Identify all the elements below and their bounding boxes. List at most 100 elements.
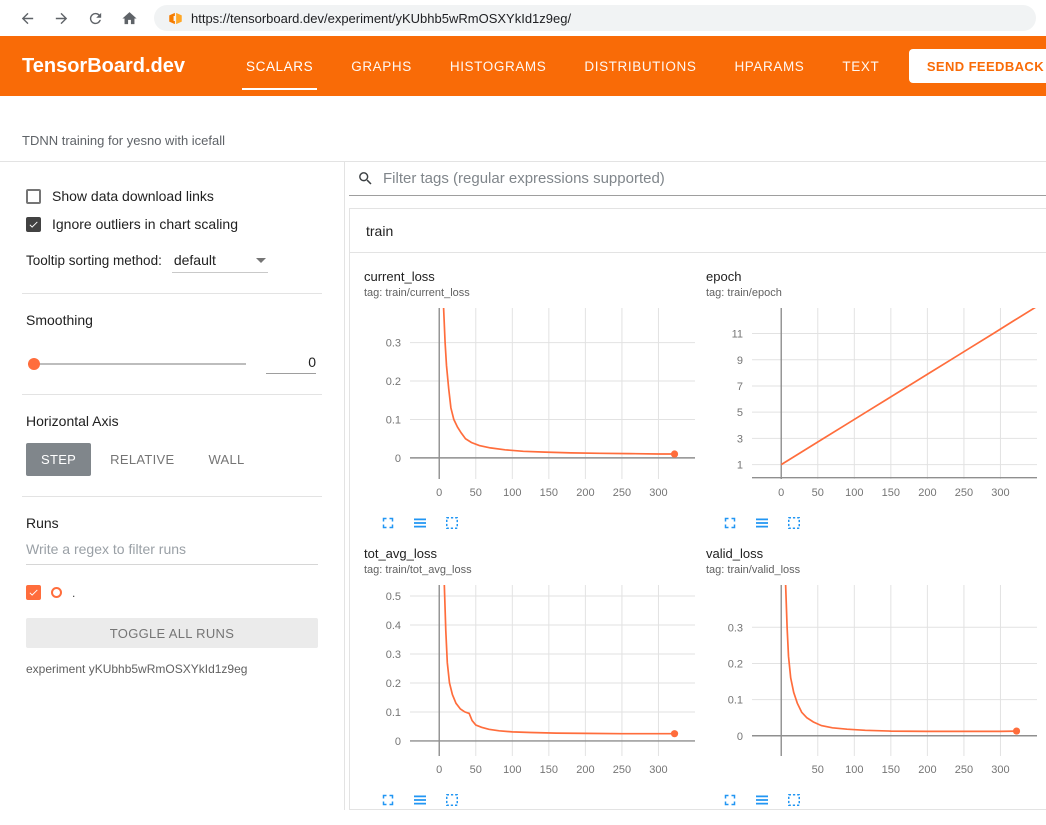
- svg-text:0.1: 0.1: [386, 414, 401, 426]
- tooltip-sorting-value: default: [174, 252, 216, 268]
- tab-text[interactable]: TEXT: [823, 36, 898, 96]
- chart-grid: current_losstag: train/current_loss05010…: [350, 253, 1046, 809]
- app-brand: TensorBoard.dev: [22, 55, 185, 78]
- svg-text:200: 200: [576, 764, 594, 776]
- ignore-outliers-label: Ignore outliers in chart scaling: [52, 216, 238, 232]
- svg-text:0.3: 0.3: [386, 338, 401, 350]
- tag-filter-input[interactable]: [383, 170, 1046, 187]
- svg-text:150: 150: [540, 487, 558, 499]
- slider-thumb[interactable]: [28, 358, 40, 370]
- tooltip-sorting-row: Tooltip sorting method: default: [26, 252, 318, 273]
- svg-text:1: 1: [737, 460, 743, 472]
- svg-text:200: 200: [576, 487, 594, 499]
- svg-text:9: 9: [737, 355, 743, 367]
- svg-text:250: 250: [613, 487, 631, 499]
- back-icon[interactable]: [13, 4, 41, 32]
- browser-toolbar: https://tensorboard.dev/experiment/yKUbh…: [0, 0, 1046, 36]
- svg-text:200: 200: [918, 487, 936, 499]
- svg-text:50: 50: [470, 764, 482, 776]
- step-button[interactable]: STEP: [26, 443, 91, 476]
- svg-text:0.1: 0.1: [728, 695, 743, 707]
- url-text: https://tensorboard.dev/experiment/yKUbh…: [191, 11, 571, 26]
- content-area: Show data download links Ignore outliers…: [0, 162, 1046, 810]
- run-name: .: [72, 586, 75, 600]
- svg-text:0: 0: [436, 487, 442, 499]
- svg-text:11: 11: [732, 329, 743, 341]
- tab-scalars[interactable]: SCALARS: [227, 36, 332, 96]
- divider: [22, 293, 322, 294]
- refresh-icon[interactable]: [81, 4, 109, 32]
- expand-icon[interactable]: [379, 514, 397, 532]
- run-color-swatch: [51, 587, 62, 598]
- chart-plot[interactable]: 05010015020025030000.10.20.30.40.5: [364, 580, 700, 780]
- chart-title: current_loss: [364, 269, 706, 284]
- tab-hparams[interactable]: HPARAMS: [715, 36, 823, 96]
- show-download-links-row[interactable]: Show data download links: [26, 188, 318, 204]
- show-download-links-checkbox[interactable]: [26, 189, 41, 204]
- tab-distributions[interactable]: DISTRIBUTIONS: [565, 36, 715, 96]
- toggle-all-runs-button[interactable]: TOGGLE ALL RUNS: [26, 618, 318, 648]
- chart-tag: tag: train/epoch: [706, 287, 1046, 299]
- search-icon: [357, 170, 374, 187]
- svg-text:0.1: 0.1: [386, 707, 401, 719]
- chart-toolbar: [364, 508, 706, 532]
- svg-text:3: 3: [737, 433, 743, 445]
- data-lines-icon[interactable]: [753, 514, 771, 532]
- svg-text:150: 150: [882, 487, 900, 499]
- expand-icon[interactable]: [721, 514, 739, 532]
- address-bar[interactable]: https://tensorboard.dev/experiment/yKUbh…: [154, 5, 1036, 31]
- home-icon[interactable]: [115, 4, 143, 32]
- chart-toolbar: [706, 508, 1046, 532]
- train-group-header[interactable]: train: [350, 209, 1046, 253]
- smoothing-value[interactable]: 0: [266, 354, 316, 374]
- forward-icon[interactable]: [47, 4, 75, 32]
- smoothing-row: 0: [28, 354, 316, 374]
- experiment-title: TDNN training for yesno with icefall: [22, 133, 225, 148]
- tab-graphs[interactable]: GRAPHS: [332, 36, 431, 96]
- chevron-down-icon: [256, 258, 266, 263]
- experiment-subheader: TDNN training for yesno with icefall: [0, 96, 1046, 162]
- svg-text:7: 7: [737, 381, 743, 393]
- fit-domain-icon[interactable]: [443, 791, 461, 809]
- wall-button[interactable]: WALL: [193, 443, 259, 476]
- ignore-outliers-row[interactable]: Ignore outliers in chart scaling: [26, 216, 318, 232]
- chart-tag: tag: train/current_loss: [364, 287, 706, 299]
- chart-title: valid_loss: [706, 546, 1046, 561]
- expand-icon[interactable]: [379, 791, 397, 809]
- run-row[interactable]: .: [26, 585, 318, 600]
- svg-text:100: 100: [503, 487, 521, 499]
- expand-icon[interactable]: [721, 791, 739, 809]
- svg-text:0.2: 0.2: [386, 678, 401, 690]
- send-feedback-button[interactable]: SEND FEEDBACK: [909, 49, 1046, 83]
- fit-domain-icon[interactable]: [443, 514, 461, 532]
- fit-domain-icon[interactable]: [785, 791, 803, 809]
- fit-domain-icon[interactable]: [785, 514, 803, 532]
- data-lines-icon[interactable]: [753, 791, 771, 809]
- ignore-outliers-checkbox[interactable]: [26, 217, 41, 232]
- chart-plot[interactable]: 05010015020025030000.10.20.3: [364, 303, 700, 503]
- chart-card-current_loss: current_loss tag: train/current_loss 0 50 10…: [364, 269, 706, 532]
- relative-button[interactable]: RELATIVE: [95, 443, 189, 476]
- runs-filter-input[interactable]: [26, 531, 318, 565]
- svg-text:50: 50: [470, 487, 482, 499]
- chart-toolbar: [364, 785, 706, 809]
- runs-label: Runs: [26, 515, 318, 531]
- data-lines-icon[interactable]: [411, 791, 429, 809]
- svg-text:0.2: 0.2: [386, 376, 401, 388]
- chart-plot[interactable]: 0501001502002503001357911: [706, 303, 1042, 503]
- svg-text:300: 300: [649, 487, 667, 499]
- chart-plot[interactable]: 5010015020025030000.10.20.3: [706, 580, 1042, 780]
- run-checkbox[interactable]: [26, 585, 41, 600]
- data-lines-icon[interactable]: [411, 514, 429, 532]
- tooltip-sorting-label: Tooltip sorting method:: [26, 253, 162, 268]
- tooltip-sorting-select[interactable]: default: [172, 252, 268, 273]
- nav-tabs: SCALARS GRAPHS HISTOGRAMS DISTRIBUTIONS …: [227, 36, 898, 96]
- svg-text:0: 0: [778, 487, 784, 499]
- svg-text:150: 150: [540, 764, 558, 776]
- svg-text:0.3: 0.3: [386, 649, 401, 661]
- chart-card-epoch: epochtag: train/epoch0501001502002503001…: [706, 269, 1046, 532]
- smoothing-slider[interactable]: [28, 363, 246, 365]
- tab-histograms[interactable]: HISTOGRAMS: [431, 36, 566, 96]
- svg-text:0.2: 0.2: [728, 658, 743, 670]
- svg-text:250: 250: [955, 487, 973, 499]
